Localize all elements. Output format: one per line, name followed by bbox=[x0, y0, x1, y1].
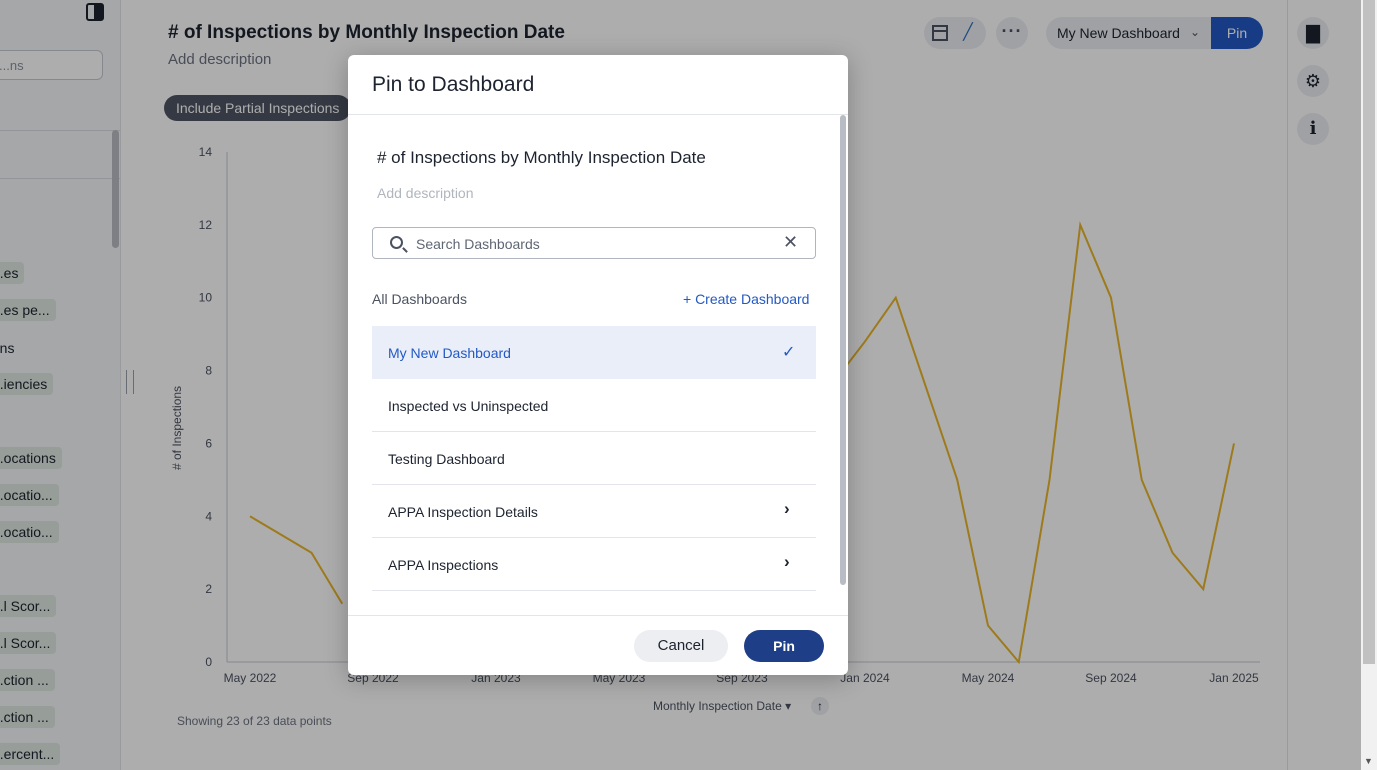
dashboard-list-item[interactable]: APPA Inspections › bbox=[372, 538, 816, 591]
close-icon[interactable]: ✕ bbox=[783, 232, 798, 253]
dashboard-search[interactable]: ✕ bbox=[372, 227, 816, 259]
dashboard-list-item[interactable]: Testing Dashboard bbox=[372, 432, 816, 485]
dashboard-name: My New Dashboard bbox=[388, 345, 511, 361]
dashboard-name: APPA Inspections bbox=[388, 557, 499, 573]
chevron-right-icon[interactable]: › bbox=[784, 552, 790, 572]
dashboard-list: My New Dashboard ✓ Inspected vs Uninspecte… bbox=[372, 326, 816, 591]
dashboard-name: Inspected vs Uninspected bbox=[388, 398, 549, 414]
pin-confirm-button[interactable]: Pin bbox=[744, 630, 824, 662]
modal-footer: Cancel Pin bbox=[348, 615, 848, 675]
scrollbar-thumb[interactable] bbox=[1363, 0, 1375, 664]
modal-header: Pin to Dashboard bbox=[348, 55, 848, 115]
modal-scrollbar[interactable] bbox=[840, 115, 846, 585]
search-icon bbox=[390, 236, 403, 249]
viz-description-field[interactable]: Add description bbox=[377, 185, 474, 201]
chevron-right-icon[interactable]: › bbox=[784, 499, 790, 519]
dashboard-name: Testing Dashboard bbox=[388, 451, 505, 467]
cancel-button[interactable]: Cancel bbox=[634, 630, 728, 662]
dashboard-list-item[interactable]: My New Dashboard ✓ bbox=[372, 326, 816, 379]
modal-title: Pin to Dashboard bbox=[372, 73, 535, 96]
create-dashboard-link[interactable]: + Create Dashboard bbox=[683, 291, 809, 307]
dashboard-list-item[interactable]: APPA Inspection Details › bbox=[372, 485, 816, 538]
page-scrollbar[interactable]: ▼ bbox=[1361, 0, 1377, 770]
section-label: All Dashboards bbox=[372, 291, 467, 307]
viz-title[interactable]: # of Inspections by Monthly Inspection D… bbox=[377, 148, 706, 168]
pin-to-dashboard-modal: Pin to Dashboard # of Inspections by Mon… bbox=[348, 55, 848, 675]
dashboard-name: APPA Inspection Details bbox=[388, 504, 538, 520]
dashboard-list-item[interactable]: Inspected vs Uninspected bbox=[372, 379, 816, 432]
dashboard-search-input[interactable] bbox=[416, 233, 776, 255]
modal-body: # of Inspections by Monthly Inspection D… bbox=[348, 115, 848, 615]
scroll-down-icon[interactable]: ▼ bbox=[1364, 756, 1373, 766]
check-icon: ✓ bbox=[782, 344, 796, 361]
